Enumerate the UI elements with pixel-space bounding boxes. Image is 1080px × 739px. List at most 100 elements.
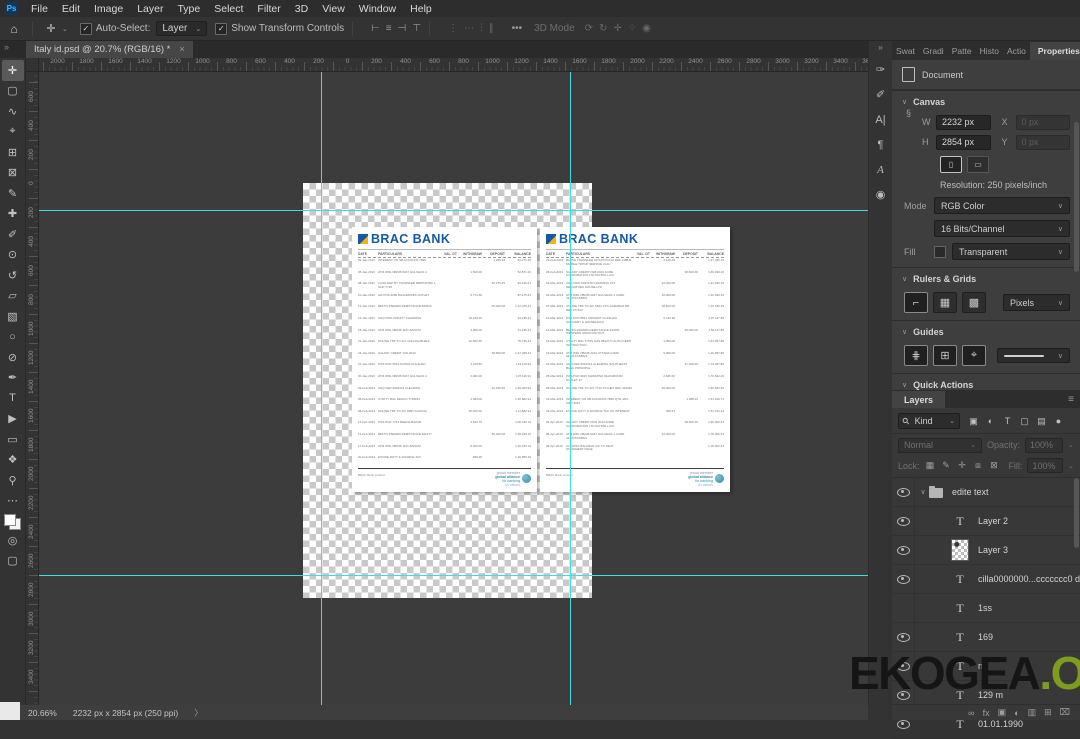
3d-mode-icon[interactable]: ⟳ [585,23,593,34]
lock-icon[interactable]: ⊠ [988,460,999,471]
layer-name[interactable]: 1ss [978,603,992,613]
layer-row[interactable]: T Layer 2 [892,507,1080,536]
layer-filter-icon[interactable]: ▤ [1034,414,1049,429]
layer-row[interactable]: ∨ edite text [892,478,1080,507]
zoom-level[interactable]: 20.66% [28,708,57,718]
bit-depth-dropdown[interactable]: 16 Bits/Channel ∨ [934,220,1070,237]
menu-item[interactable]: Image [87,3,130,15]
collapsed-panel-icon[interactable]: A| [870,107,892,132]
tool-button[interactable]: ✚ [2,204,24,225]
layers-action-icon[interactable]: ∞ [968,708,974,718]
lock-icon[interactable]: ✛ [956,460,967,471]
tab-layers[interactable]: Layers [892,391,946,408]
layers-action-icon[interactable]: ▣ [998,707,1007,718]
visibility-toggle[interactable] [892,565,915,593]
rulers-grids-section-header[interactable]: ∨ Rulers & Grids [892,267,1080,289]
statement-page-2[interactable]: BRAC BANK DATE PARTICULARS VAL. DT WITHD… [540,227,730,492]
layers-menu-icon[interactable]: ≡ [1068,394,1080,408]
screen-mode-button[interactable]: ▢ [2,551,24,572]
properties-scrollbar[interactable] [1074,122,1079,272]
ruler-units-dropdown[interactable]: Pixels ∨ [1003,294,1070,311]
3d-mode-icon[interactable]: ⁘ [628,23,636,34]
layer-filter-icon[interactable]: ● [1051,414,1066,429]
3d-mode-icon[interactable]: ↻ [599,23,607,34]
collapsed-panel-icon[interactable]: ✐ [870,82,892,107]
guides-toggle[interactable]: ⌖ [962,345,986,366]
layers-action-icon[interactable]: ⊞ [1044,707,1052,718]
tool-button[interactable]: ▭ [2,429,24,450]
tool-button[interactable]: ❖ [2,450,24,471]
panel-tab[interactable]: Patte [948,42,976,60]
menu-item[interactable]: Type [170,3,207,15]
menu-item[interactable]: Layer [130,3,170,15]
layer-thumbnail[interactable] [951,539,969,561]
visibility-toggle[interactable] [892,536,915,564]
tool-button[interactable]: ▧ [2,306,24,327]
menu-item[interactable]: Select [207,3,250,15]
layers-action-icon[interactable]: fx [983,708,990,718]
landscape-orientation-button[interactable]: ▭ [967,156,989,173]
tool-button[interactable]: ⊠ [2,163,24,184]
distribute-icon[interactable]: ∥ [489,23,494,34]
guides-toggle[interactable]: ⊞ [933,345,957,366]
layers-scrollbar[interactable] [1074,478,1079,548]
3d-mode-icon[interactable]: ◉ [642,23,651,34]
layer-row[interactable]: T cilla0000000...ccccccc0 d [892,565,1080,594]
layer-name[interactable]: 01.01.1990 [978,719,1023,729]
layer-name[interactable]: Layer 3 [978,545,1008,555]
panel-tab[interactable]: Histo [976,42,1003,60]
tool-button[interactable]: ▶ [2,409,24,430]
more-options-icon[interactable]: ••• [512,23,523,34]
align-icon[interactable]: ≡ [386,23,392,34]
height-field[interactable]: 2854 px [936,134,991,150]
menu-item[interactable]: Window [352,3,403,15]
visibility-toggle[interactable] [892,478,915,506]
layer-row[interactable]: T 1ss [892,594,1080,623]
canvas-section-header[interactable]: ∨ Canvas [892,90,1080,112]
tool-button[interactable]: ⊙ [2,245,24,266]
distribute-icon[interactable]: ⋯ [464,23,474,34]
layer-name[interactable]: 169 [978,632,993,642]
collapsed-panel-icon[interactable]: ¶ [870,132,892,157]
tool-button[interactable]: T [2,388,24,409]
menu-item[interactable]: View [315,3,352,15]
layer-thumbnail[interactable]: T [951,511,969,531]
show-transform-checkbox[interactable]: ✓ [215,22,228,35]
tool-button[interactable]: ⊞ [2,142,24,163]
layer-thumbnail[interactable]: T [951,598,969,618]
width-field[interactable]: 2232 px [936,114,991,130]
ruler-top[interactable]: 2000 1800 1600 1400 1200 1000 800 600 40… [39,58,877,72]
guides-section-header[interactable]: ∨ Guides [892,320,1080,342]
lock-icon[interactable]: ✎ [941,460,952,471]
layer-name[interactable]: Layer 2 [978,516,1008,526]
panel-tab[interactable]: Gradi [919,42,948,60]
layers-action-icon[interactable]: ⌧ [1060,707,1070,718]
canvas-viewport[interactable]: BRAC BANK DATE PARTICULARS VAL. DT WITHD… [39,72,868,705]
home-icon[interactable]: ⌂ [4,22,24,36]
layers-action-icon[interactable]: ▥ [1028,707,1037,718]
tool-button[interactable]: ✎ [2,183,24,204]
tool-button[interactable]: ⚲ [2,470,24,491]
menu-item[interactable]: Edit [55,3,87,15]
collapsed-panel-icon[interactable]: A [870,157,892,182]
tab-properties[interactable]: Properties [1029,42,1080,60]
layer-row[interactable]: Layer 3 [892,536,1080,565]
tool-button[interactable]: ⋯ [2,491,24,512]
lock-icon[interactable]: ⧈ [972,460,983,471]
align-icon[interactable]: ⊣ [398,23,407,34]
layer-thumbnail[interactable]: T [951,627,969,647]
statement-page-1[interactable]: BRAC BANK DATE PARTICULARS VAL. DT WITHD… [352,227,537,492]
tool-button[interactable]: ✛ [1,60,24,81]
menu-item[interactable]: Filter [250,3,287,15]
layer-filter-icon[interactable]: T [1000,414,1015,429]
menu-item[interactable]: File [24,3,55,15]
quick-mask-button[interactable]: ◎ [2,530,24,551]
layer-filter-icon[interactable]: ▢ [1017,414,1032,429]
panel-tab[interactable]: Actio [1003,42,1030,60]
layer-name[interactable]: cilla0000000...ccccccc0 d [978,574,1080,584]
menu-item[interactable]: Help [403,3,439,15]
ruler-left[interactable]: 600 400 200 0 200 400 600 800 1000 1200 … [26,72,39,705]
document-tab[interactable]: Italy id.psd @ 20.7% (RGB/16) * × [26,40,193,58]
panel-tab[interactable]: Swat [892,42,919,60]
layer-thumbnail[interactable]: T [951,569,969,589]
